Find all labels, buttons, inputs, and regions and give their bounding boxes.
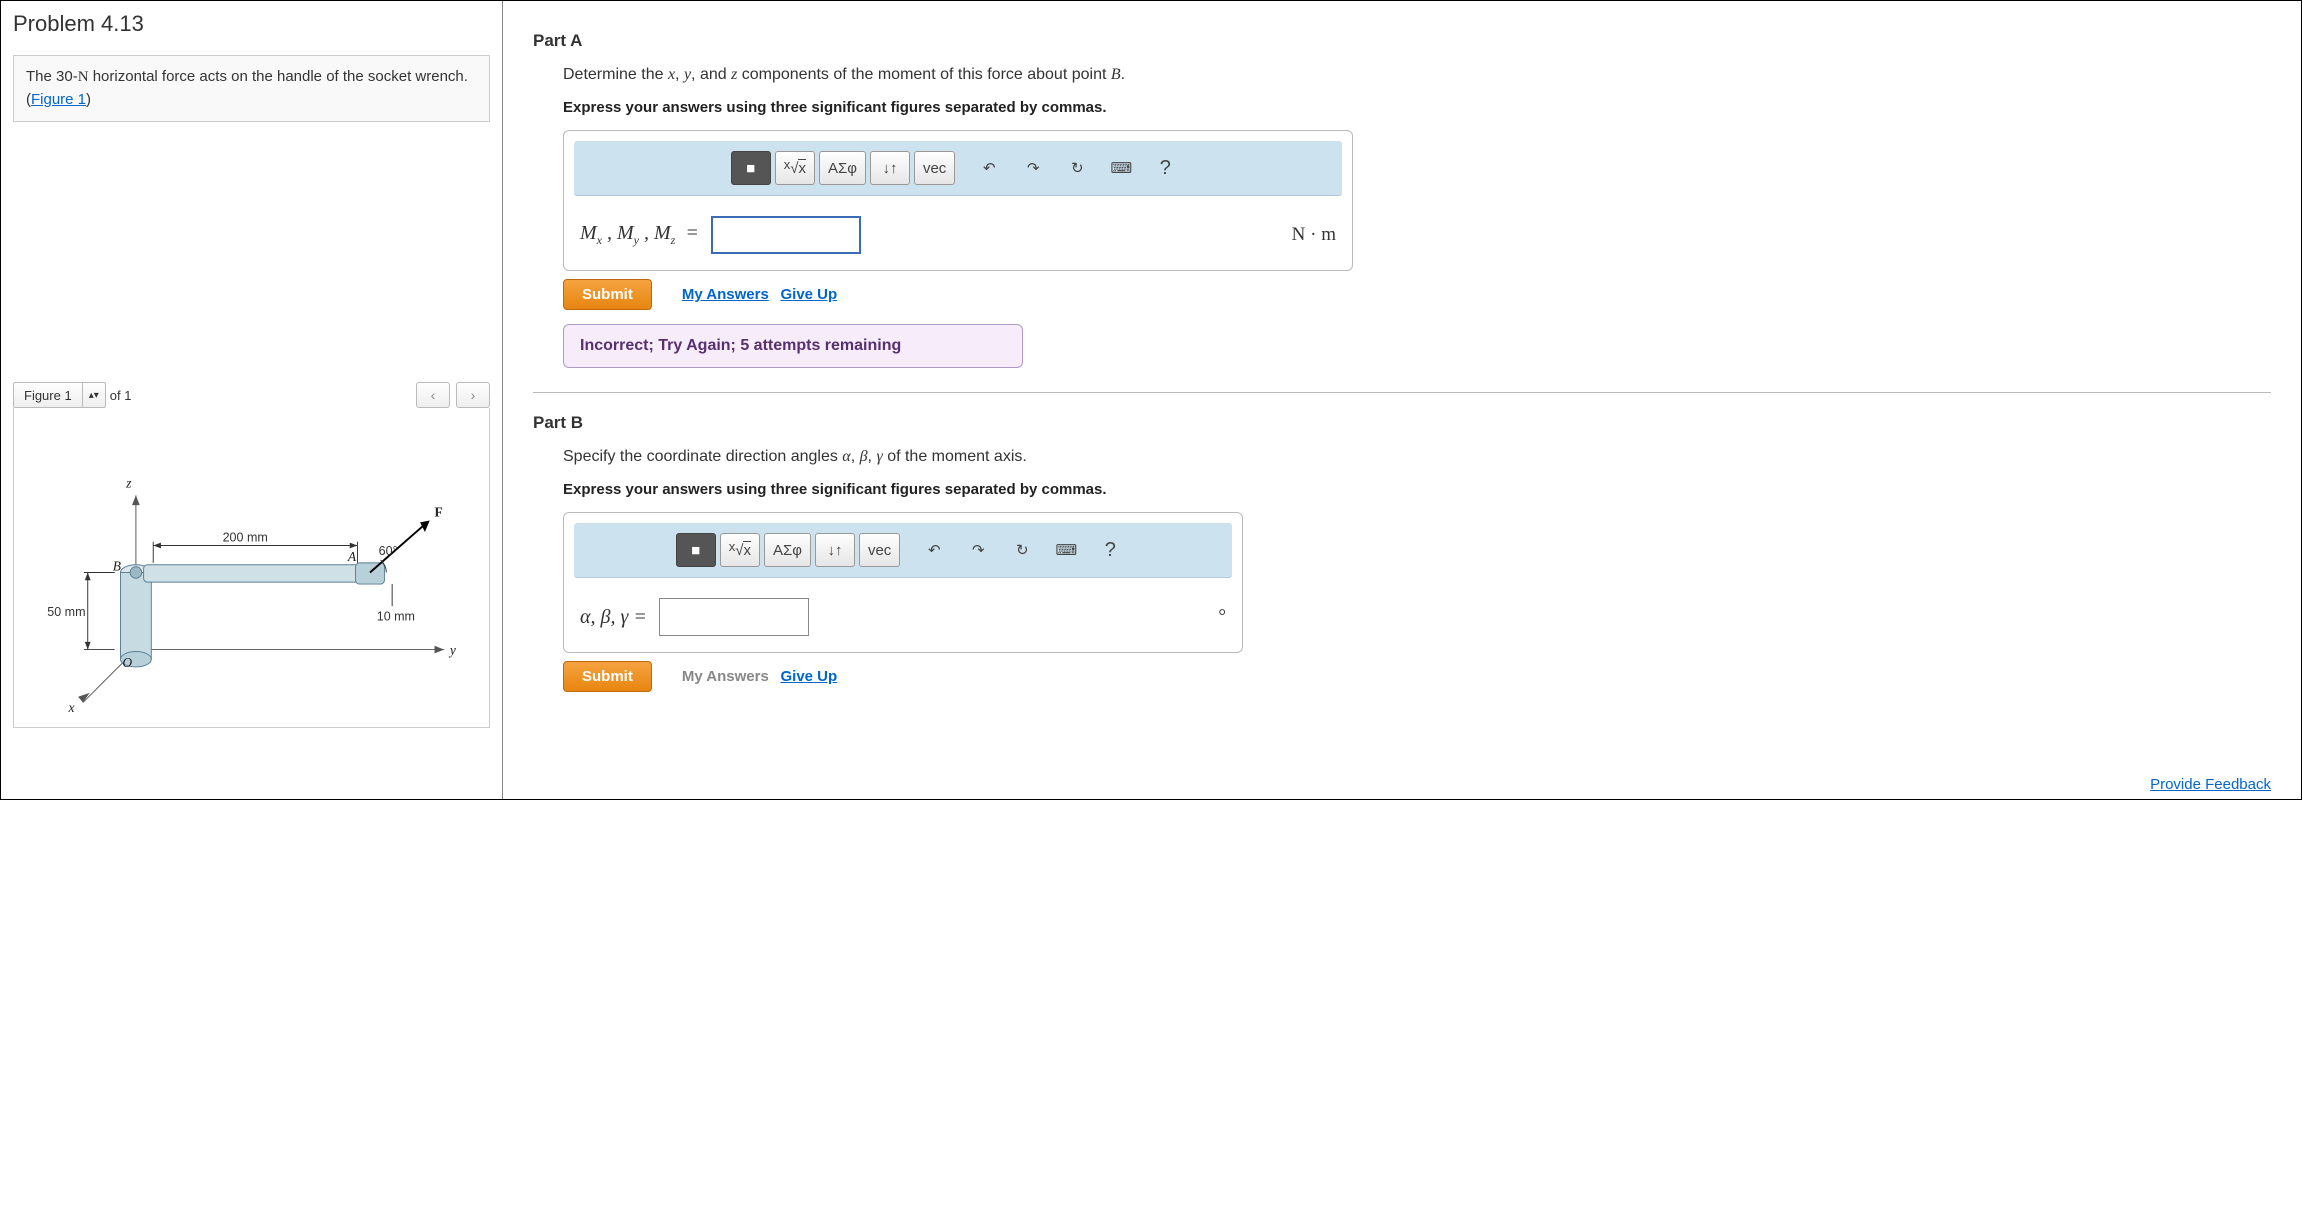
pa-y: y [684,66,691,83]
force-label: F [435,505,443,520]
part-b-submit-button[interactable]: Submit [563,661,652,692]
undo-button-b[interactable]: ↶ [914,533,954,567]
part-b-answer-row: α, β, γ = ° [564,588,1242,652]
point-b-label: B [113,559,121,574]
vec-button[interactable]: vec [914,151,955,185]
figure-link[interactable]: Figure 1 [31,91,86,108]
part-a-answer-input[interactable] [711,216,861,254]
pb-t1: Specify the coordinate direction angles [563,448,842,465]
redo-button-b[interactable]: ↷ [958,533,998,567]
part-b-label: Part B [533,413,2271,433]
problem-text-1: The 30- [26,68,78,85]
sqrt-button[interactable]: x√x [775,151,815,185]
section-divider [533,392,2271,393]
sqrt-button-b[interactable]: x√x [720,533,760,567]
part-a-prompt: Determine the x, y, and z components of … [563,63,2271,87]
pa-t3: . [1121,66,1125,83]
scripts-button[interactable]: ↓↑ [870,151,910,185]
templates-icon: ■ [746,160,755,177]
point-o-label: O [122,655,132,670]
figure-bar: Figure 1 ▴▾ of 1 ‹ › [13,382,490,408]
templates-button-b[interactable]: ■ [676,533,716,567]
part-a-submit-button[interactable]: Submit [563,279,652,310]
redo-button[interactable]: ↷ [1013,151,1053,185]
keyboard-button[interactable]: ⌨ [1101,151,1141,185]
figure-next-button[interactable]: › [456,382,490,408]
angle-label: 60° [379,544,398,558]
part-b-answer-input[interactable] [659,598,809,636]
stepper-icon: ▴▾ [83,390,105,401]
figure-select[interactable]: Figure 1 ▴▾ [13,382,106,408]
part-b-toolbar: ■ x√x ΑΣφ ↓↑ vec ↶ ↷ ↻ ⌨ ? [574,523,1232,578]
templates-icon-b: ■ [691,542,700,559]
reset-button-b[interactable]: ↻ [1002,533,1042,567]
force-unit: N [78,69,89,85]
part-a-answer-box: ■ x√x ΑΣφ ↓↑ vec ↶ ↷ ↻ ⌨ ? Mx , My , Mz … [563,130,1353,271]
part-b-answer-label: α, β, γ = [580,606,647,629]
part-a-feedback: Incorrect; Try Again; 5 attempts remaini… [563,324,1023,368]
figure-of-text: of 1 [110,388,132,403]
axis-y-label: y [448,642,456,657]
greek-button-b[interactable]: ΑΣφ [764,533,811,567]
problem-text-3: ) [86,91,91,108]
pa-t2: components of the moment of this force a… [737,66,1111,83]
part-a-give-up-link[interactable]: Give Up [781,286,838,303]
figure-image: x y z F 60° [13,408,490,728]
figure-prev-button[interactable]: ‹ [416,382,450,408]
reset-button[interactable]: ↻ [1057,151,1097,185]
figure-select-label: Figure 1 [14,383,83,407]
pb-t2: of the moment axis. [883,448,1027,465]
part-a-actions: Submit My Answers Give Up [563,279,2271,310]
right-panel: Part A Determine the x, y, and z compone… [503,1,2301,799]
left-panel: Problem 4.13 The 30-N horizontal force a… [1,1,503,799]
part-a-my-answers-link[interactable]: My Answers [682,286,769,303]
part-b-give-up-link[interactable]: Give Up [781,668,838,685]
problem-statement: The 30-N horizontal force acts on the ha… [13,55,490,122]
help-button[interactable]: ? [1145,151,1185,185]
problem-text-2: horizontal force acts on the handle of t… [26,68,468,108]
dim-height: 50 mm [47,605,85,619]
part-a-body: Determine the x, y, and z components of … [533,63,2271,368]
part-a-toolbar: ■ x√x ΑΣφ ↓↑ vec ↶ ↷ ↻ ⌨ ? [574,141,1342,196]
sqrt-icon-b: √ [735,542,743,559]
part-b-actions: Submit My Answers Give Up [563,661,2271,692]
part-b-my-answers-link: My Answers [682,668,769,685]
provide-feedback-link[interactable]: Provide Feedback [2150,776,2271,793]
pa-s2: , and [691,66,731,83]
undo-button[interactable]: ↶ [969,151,1009,185]
wrench-diagram: x y z F 60° [24,428,479,717]
part-b-instructions: Express your answers using three signifi… [563,481,2271,498]
dim-length: 200 mm [223,531,268,545]
part-b-unit: ° [1218,606,1226,628]
part-a-label: Part A [533,31,2271,51]
axis-x-label: x [67,700,74,715]
part-a-answer-row: Mx , My , Mz = N · m [564,206,1352,270]
scripts-button-b[interactable]: ↓↑ [815,533,855,567]
part-a-unit: N · m [1292,224,1336,246]
help-button-b[interactable]: ? [1090,533,1130,567]
part-b-body: Specify the coordinate direction angles … [533,445,2271,692]
figure-nav: ‹ › [416,382,490,408]
pa-x: x [668,66,675,83]
keyboard-button-b[interactable]: ⌨ [1046,533,1086,567]
dim-thickness: 10 mm [377,610,415,624]
pa-s1: , [675,66,684,83]
pa-t1: Determine the [563,66,668,83]
part-a-answer-label: Mx , My , Mz = [580,222,699,248]
part-a-instructions: Express your answers using three signifi… [563,99,2271,116]
sqrt-icon: √ [790,160,798,177]
problem-title: Problem 4.13 [13,11,490,37]
greek-button[interactable]: ΑΣφ [819,151,866,185]
point-a-label: A [347,549,357,564]
pb-s1: , [851,448,860,465]
part-b-answer-box: ■ x√x ΑΣφ ↓↑ vec ↶ ↷ ↻ ⌨ ? α, β, γ = ° [563,512,1243,653]
pb-a: α [842,448,850,465]
axis-z-label: z [125,476,132,491]
templates-button[interactable]: ■ [731,151,771,185]
part-b-prompt: Specify the coordinate direction angles … [563,445,2271,469]
pb-b: β [860,448,868,465]
vec-button-b[interactable]: vec [859,533,900,567]
pa-B: B [1111,66,1121,83]
